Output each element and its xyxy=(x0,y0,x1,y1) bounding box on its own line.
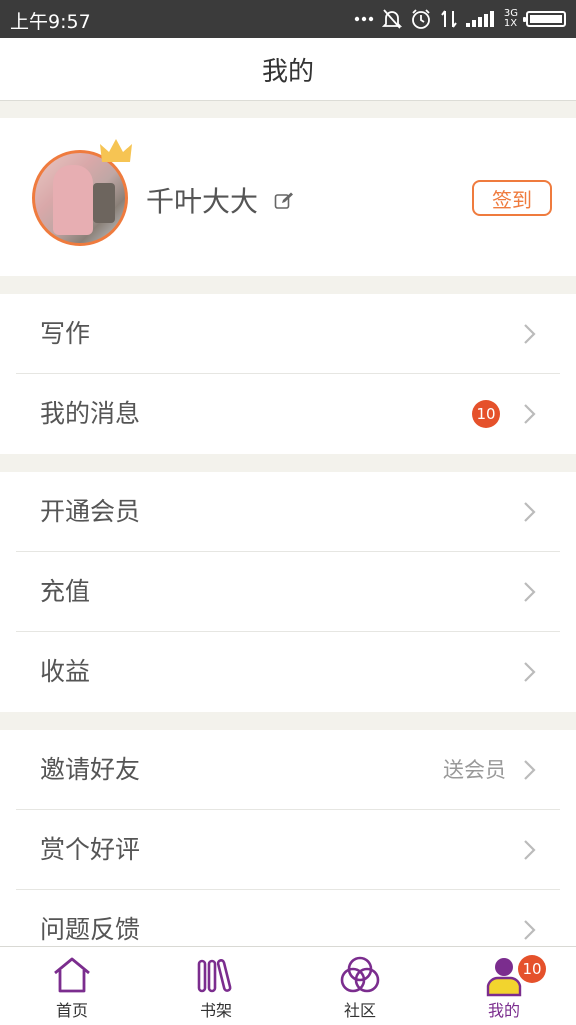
username[interactable]: 千叶大大 xyxy=(146,180,258,220)
menu-item-rate[interactable]: 赏个好评 xyxy=(0,810,576,890)
chevron-right-icon xyxy=(524,662,536,682)
tab-label: 我的 xyxy=(487,1001,520,1020)
chevron-right-icon xyxy=(524,840,536,860)
menu-group-3: 邀请好友 送会员 赏个好评 问题反馈 xyxy=(0,730,576,970)
menu-item-label: 我的消息 xyxy=(40,399,141,428)
tab-home[interactable]: 首页 xyxy=(0,947,144,1025)
transfer-icon xyxy=(440,9,458,29)
status-icons: 3G 1X xyxy=(354,6,566,32)
bottom-nav: 首页 书架 社区 10 我的 xyxy=(0,946,576,1025)
menu-item-membership[interactable]: 开通会员 xyxy=(0,472,576,552)
menu-item-label: 邀请好友 xyxy=(40,755,141,784)
title-bar: 我的 xyxy=(0,38,576,101)
bookshelf-icon xyxy=(197,959,232,993)
notification-badge: 10 xyxy=(518,955,546,983)
tab-label: 首页 xyxy=(55,1001,88,1020)
tab-label: 社区 xyxy=(343,1001,376,1020)
tab-label: 书架 xyxy=(199,1001,232,1020)
chevron-right-icon xyxy=(524,582,536,602)
signin-button[interactable]: 签到 xyxy=(472,180,552,216)
chevron-right-icon xyxy=(524,760,536,780)
notification-badge: 10 xyxy=(472,400,500,428)
more-icon xyxy=(354,16,374,22)
signal-icon xyxy=(465,10,496,28)
menu-item-label: 写作 xyxy=(40,319,91,348)
tab-bookshelf[interactable]: 书架 xyxy=(144,947,288,1025)
chevron-right-icon xyxy=(524,920,536,940)
crown-icon xyxy=(100,139,132,162)
tab-mine[interactable]: 10 我的 xyxy=(432,947,576,1025)
status-bar: 上午9:57 3G 1X xyxy=(0,0,576,38)
battery-icon xyxy=(523,11,566,27)
menu-item-recharge[interactable]: 充值 xyxy=(0,552,576,632)
menu-item-label: 赏个好评 xyxy=(40,835,141,864)
community-icon xyxy=(340,956,380,993)
menu-item-hint: 送会员 xyxy=(443,758,506,782)
chevron-right-icon xyxy=(524,324,536,344)
chevron-right-icon xyxy=(524,404,536,424)
tab-community[interactable]: 社区 xyxy=(288,947,432,1025)
status-time: 上午9:57 xyxy=(10,11,91,33)
menu-item-invite[interactable]: 邀请好友 送会员 xyxy=(0,730,576,810)
edit-icon[interactable] xyxy=(274,191,294,211)
menu-item-messages[interactable]: 我的消息 10 xyxy=(0,374,576,454)
alarm-icon xyxy=(410,8,432,30)
network-type: 3G 1X xyxy=(503,8,518,29)
menu-group-2: 开通会员 充值 收益 xyxy=(0,472,576,712)
mute-icon xyxy=(381,8,402,30)
menu-item-label: 充值 xyxy=(40,577,91,606)
page-title: 我的 xyxy=(261,56,314,87)
menu-item-label: 收益 xyxy=(40,657,91,686)
home-icon xyxy=(54,957,90,993)
menu-item-label: 开通会员 xyxy=(40,497,141,526)
menu-item-earnings[interactable]: 收益 xyxy=(0,632,576,712)
menu-group-1: 写作 我的消息 10 xyxy=(0,294,576,454)
menu-item-writing[interactable]: 写作 xyxy=(0,294,576,374)
chevron-right-icon xyxy=(524,502,536,522)
